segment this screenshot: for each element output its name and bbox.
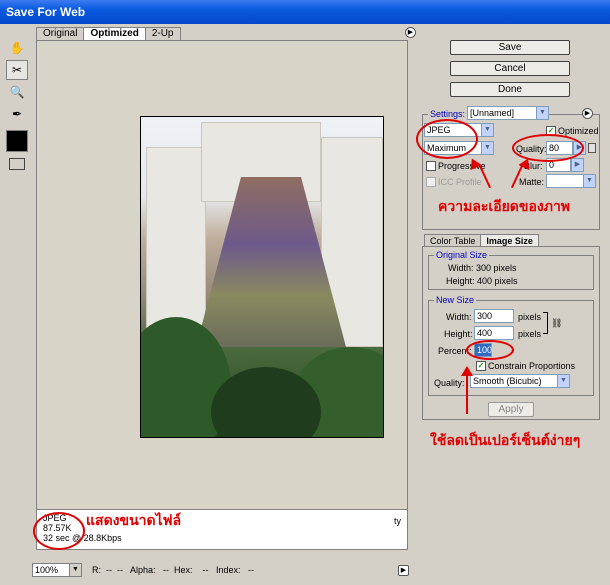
zoom-value: 100%: [35, 565, 59, 575]
link-chain-icon: ⛓: [551, 318, 563, 328]
chevron-down-icon: ▼: [481, 124, 493, 136]
chevron-right-icon: ▶: [571, 159, 583, 171]
resample-quality-label: Quality:: [434, 378, 465, 388]
constrain-proportions-label: Constrain Proportions: [488, 361, 576, 371]
original-width: Width: 300 pixels: [448, 263, 517, 273]
annotation-circle-percent: [466, 340, 514, 360]
statusbar: 100% ▼ R: -- -- Alpha: -- Hex: -- Index:…: [32, 562, 412, 578]
done-button[interactable]: Done: [450, 82, 570, 97]
matte-select[interactable]: ▼: [546, 174, 596, 188]
annotation-detail-text: ความละเอียดของภาพ: [438, 198, 571, 214]
zoom-select[interactable]: 100% ▼: [32, 563, 82, 577]
height-input[interactable]: 400: [474, 326, 514, 340]
save-button[interactable]: Save: [450, 40, 570, 55]
tab-2-up[interactable]: 2-Up: [144, 27, 181, 40]
annotation-circle-format: [416, 119, 478, 159]
slice-select-tool-icon[interactable]: ✂: [6, 60, 28, 80]
annotation-circle-filesize: [33, 512, 85, 550]
info-right-text: ty: [393, 516, 401, 526]
hand-tool-icon[interactable]: ✋: [6, 38, 28, 58]
chevron-down-icon: ▼: [536, 107, 548, 119]
annotation-arrow-head: [461, 366, 473, 376]
tab-optimized[interactable]: Optimized: [83, 27, 146, 40]
preview-canvas: [36, 40, 408, 510]
settings-menu-icon[interactable]: ▶: [582, 108, 593, 119]
settings-label: Settings:: [428, 109, 468, 119]
progressive-checkbox[interactable]: [426, 161, 436, 171]
eyedropper-tool-icon[interactable]: ✒: [6, 104, 28, 124]
annotation-filesize-text: แสดงขนาดไฟล์: [86, 512, 182, 528]
constrain-proportions-checkbox[interactable]: ✓: [476, 361, 486, 371]
window-title: Save For Web: [6, 5, 86, 19]
preview-menu-icon[interactable]: ▶: [405, 27, 416, 38]
width-value: 300: [477, 311, 493, 321]
window-titlebar: Save For Web: [0, 0, 610, 24]
apply-button[interactable]: Apply: [488, 402, 534, 417]
preset-select[interactable]: [Unnamed] ▼: [467, 106, 549, 120]
original-height: Height: 400 pixels: [446, 276, 518, 286]
zoom-tool-icon[interactable]: 🔍: [6, 82, 28, 102]
resample-quality-value: Smooth (Bicubic): [473, 376, 542, 386]
eyedropper-color-swatch[interactable]: [6, 130, 28, 152]
tool-strip: ✋ ✂ 🔍 ✒: [6, 38, 30, 176]
color-readout: R: -- -- Alpha: -- Hex: -- Index: --: [92, 565, 255, 575]
annotation-percent-text: ใช้ลดเป็นเปอร์เซ็นต์ง่ายๆ: [430, 432, 581, 448]
width-label: Width:: [446, 312, 472, 322]
original-size-legend: Original Size: [434, 250, 490, 260]
toggle-slices-icon[interactable]: [9, 158, 25, 170]
cancel-button[interactable]: Cancel: [450, 61, 570, 76]
preview-tabs: Original Optimized 2-Up: [36, 27, 181, 40]
width-input[interactable]: 300: [474, 309, 514, 323]
info-download-time: 32 sec @ 28.8Kbps: [43, 533, 122, 543]
matte-label: Matte:: [519, 177, 545, 187]
blur-slider-button[interactable]: ▶: [570, 158, 584, 172]
chevron-down-icon: ▼: [69, 564, 81, 576]
new-size-legend: New Size: [434, 295, 477, 305]
mask-icon[interactable]: [588, 143, 596, 153]
preset-value: [Unnamed]: [470, 108, 515, 118]
preview-image: [140, 116, 384, 438]
link-bracket: [543, 312, 548, 334]
resample-quality-select[interactable]: Smooth (Bicubic) ▼: [470, 374, 570, 388]
browser-preview-icon[interactable]: ▶: [398, 565, 409, 576]
chevron-down-icon: ▼: [557, 375, 569, 387]
height-unit: pixels: [518, 329, 542, 339]
width-unit: pixels: [518, 312, 542, 322]
chevron-down-icon: ▼: [481, 142, 493, 154]
height-value: 400: [477, 328, 493, 338]
icc-profile-checkbox[interactable]: [426, 177, 436, 187]
chevron-down-icon: ▼: [583, 175, 595, 187]
tab-original[interactable]: Original: [36, 27, 85, 40]
annotation-arrow-line: [466, 374, 468, 414]
icc-profile-label: ICC Profile: [438, 177, 482, 187]
height-label: Height:: [444, 329, 473, 339]
